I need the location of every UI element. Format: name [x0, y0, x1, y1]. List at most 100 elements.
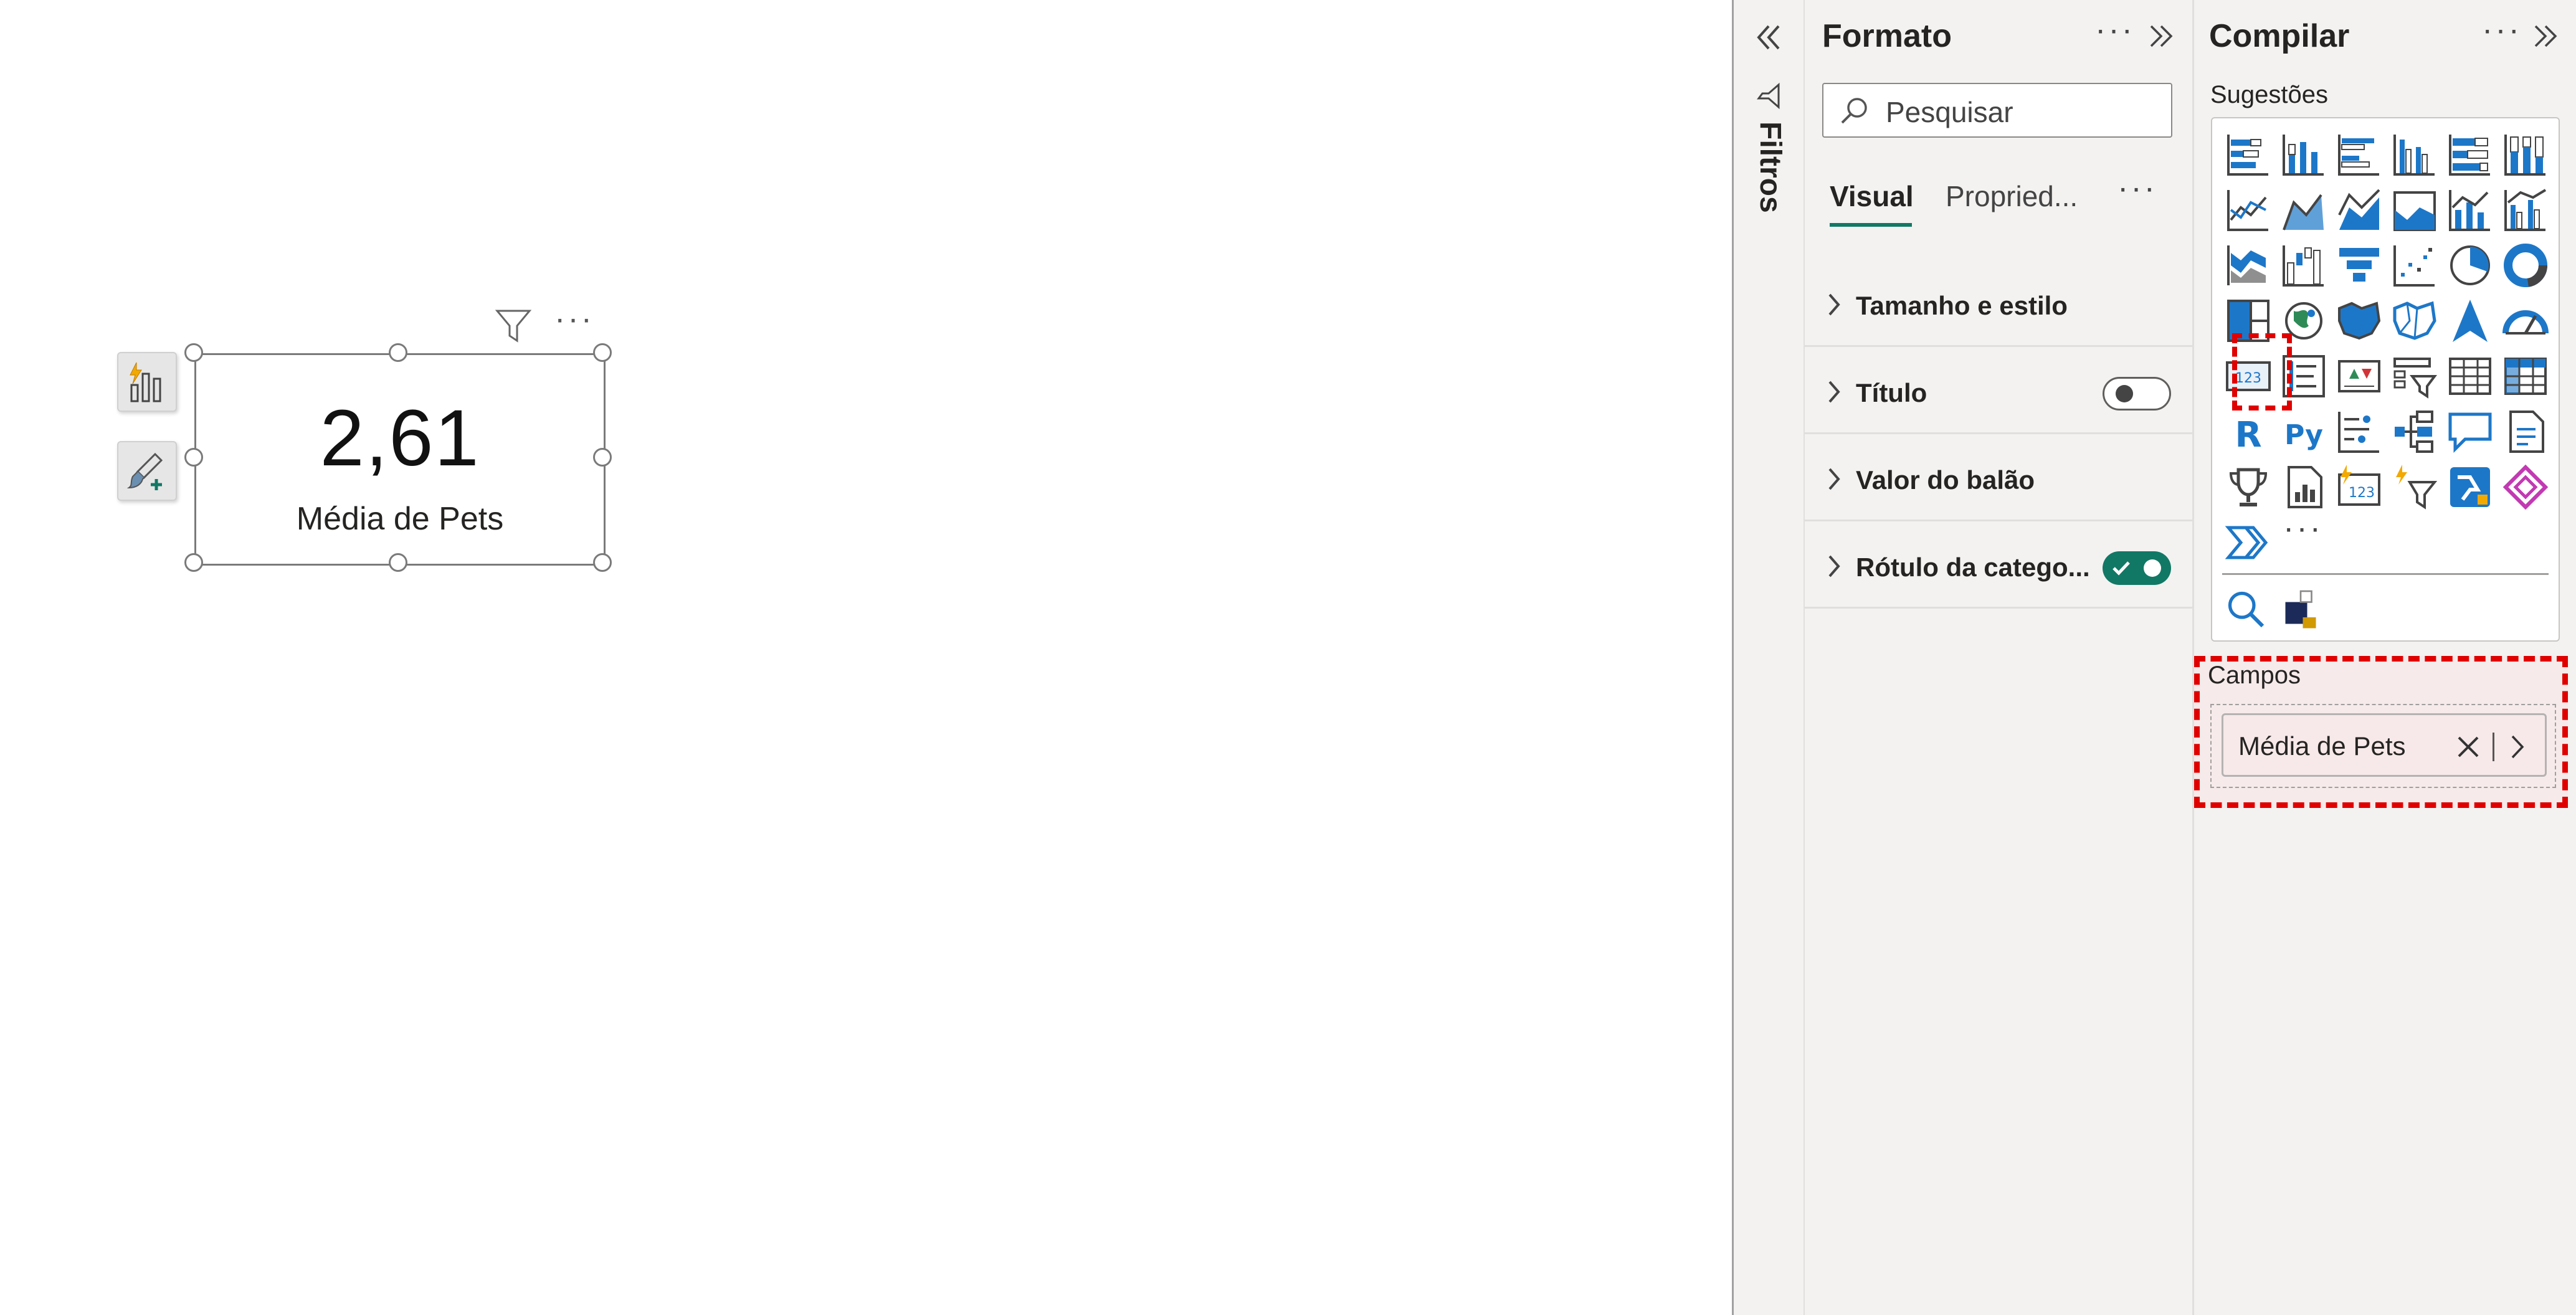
- scatter-chart-icon[interactable]: [2390, 240, 2440, 290]
- smart-narrative-icon[interactable]: [2501, 407, 2550, 457]
- format-search-input[interactable]: Pesquisar: [1822, 83, 2172, 138]
- report-canvas[interactable]: ··· 2,61 Média de Pets: [0, 0, 1732, 1315]
- power-apps-card-icon[interactable]: 123: [2334, 462, 2384, 512]
- tab-visual[interactable]: Visual: [1830, 179, 1914, 213]
- chevron-right-icon[interactable]: [2505, 731, 2530, 762]
- python-visual-icon[interactable]: Py: [2279, 407, 2329, 457]
- section-label: Título: [1856, 378, 1927, 407]
- field-pill-media-de-pets[interactable]: Média de Pets: [2222, 713, 2547, 777]
- funnel-chart-icon[interactable]: [2334, 240, 2384, 290]
- build-pane: Compilar ··· Sugestões 123 R Py 123 ··· …: [2194, 0, 2576, 1315]
- more-visuals-button[interactable]: ···: [2283, 510, 2323, 547]
- rotulo-categoria-toggle[interactable]: [2103, 551, 2171, 585]
- visual-more-options[interactable]: ···: [554, 300, 594, 338]
- build-pane-title: Compilar: [2209, 18, 2350, 54]
- section-label: Tamanho e estilo: [1856, 291, 2068, 320]
- qa-speech-bubble-icon[interactable]: [2445, 407, 2495, 457]
- chevron-right-icon: [1828, 555, 1840, 577]
- filter-icon[interactable]: [493, 307, 533, 344]
- line-and-stacked-column-icon[interactable]: [2445, 185, 2495, 235]
- card-value: 2,61: [320, 394, 480, 483]
- table-icon[interactable]: [2445, 351, 2495, 401]
- tab-visual-underline: [1830, 223, 1912, 227]
- card-visual[interactable]: 2,61 Média de Pets: [194, 353, 606, 566]
- ribbon-chart-icon[interactable]: [2223, 240, 2273, 290]
- card-label: Média de Pets: [296, 501, 504, 537]
- field-pill-label: Média de Pets: [2238, 731, 2406, 761]
- visualizations-gallery: 123 R Py 123 ···: [2211, 117, 2560, 642]
- slicer-icon[interactable]: [2390, 351, 2440, 401]
- filled-map-icon[interactable]: [2334, 296, 2384, 346]
- svg-text:R: R: [2235, 415, 2261, 455]
- gauge-icon[interactable]: [2501, 296, 2550, 346]
- check-icon: [2113, 561, 2130, 576]
- search-icon[interactable]: [2223, 587, 2267, 630]
- paginated-report-icon[interactable]: [2279, 462, 2329, 512]
- fields-label: Campos: [2208, 662, 2301, 689]
- format-pane-title: Formato: [1822, 18, 1952, 54]
- resize-handle-top[interactable]: [389, 343, 407, 362]
- power-automate-icon[interactable]: [2445, 462, 2495, 512]
- section-label: Rótulo da catego...: [1856, 553, 2090, 582]
- power-automate-chevrons-icon[interactable]: [2223, 518, 2273, 567]
- card-visual-highlight: [2232, 333, 2292, 411]
- power-apps-icon[interactable]: [2501, 462, 2550, 512]
- resize-handle-bottom[interactable]: [389, 553, 407, 572]
- collapse-chevrons-icon[interactable]: [2146, 21, 2176, 51]
- resize-handle-top-right[interactable]: [593, 343, 612, 362]
- smart-filter-icon[interactable]: [2390, 462, 2440, 512]
- azure-map-icon[interactable]: [2445, 296, 2495, 346]
- close-icon[interactable]: [2453, 731, 2484, 762]
- build-more-options[interactable]: ···: [2482, 11, 2522, 49]
- gallery-separator: [2222, 573, 2549, 575]
- chevron-right-icon: [1828, 293, 1840, 316]
- waterfall-chart-icon[interactable]: [2279, 240, 2329, 290]
- clustered-column-chart-icon[interactable]: [2390, 130, 2440, 179]
- resize-handle-right[interactable]: [593, 448, 612, 467]
- svg-text:123: 123: [2349, 485, 2375, 501]
- stacked-column-chart-icon[interactable]: [2279, 130, 2329, 179]
- decomposition-tree-icon[interactable]: [2390, 407, 2440, 457]
- kpi-icon[interactable]: [2334, 351, 2384, 401]
- key-influencers-icon[interactable]: [2334, 407, 2384, 457]
- donut-chart-icon[interactable]: [2501, 240, 2550, 290]
- section-tamanho-estilo[interactable]: Tamanho e estilo: [1805, 260, 2192, 347]
- filters-pane[interactable]: Filtros: [1734, 0, 1805, 1315]
- tabs-more-options[interactable]: ···: [2117, 169, 2157, 207]
- format-pane: Formato ··· Pesquisar Visual Propried...…: [1805, 0, 2194, 1315]
- collapse-chevrons-icon[interactable]: [2531, 21, 2560, 51]
- pie-chart-icon[interactable]: [2445, 240, 2495, 290]
- r-script-visual-icon[interactable]: R: [2223, 407, 2273, 457]
- section-rotulo-categoria[interactable]: Rótulo da catego...: [1805, 521, 2192, 609]
- format-more-options[interactable]: ···: [2095, 11, 2135, 49]
- stacked-bar-chart-icon[interactable]: [2223, 130, 2273, 179]
- 100-stacked-column-chart-icon[interactable]: [2501, 130, 2550, 179]
- expand-chevrons-icon[interactable]: [1752, 21, 1785, 54]
- line-chart-icon[interactable]: [2223, 185, 2273, 235]
- custom-visual-icon[interactable]: [2279, 587, 2322, 630]
- resize-handle-left[interactable]: [184, 448, 203, 467]
- goals-trophy-icon[interactable]: [2223, 462, 2273, 512]
- section-valor-balao[interactable]: Valor do balão: [1805, 434, 2192, 521]
- resize-handle-top-left[interactable]: [184, 343, 203, 362]
- line-and-clustered-column-icon[interactable]: [2501, 185, 2550, 235]
- area-chart-icon[interactable]: [2279, 185, 2329, 235]
- format-brush-button[interactable]: [117, 441, 177, 501]
- 100-stacked-bar-chart-icon[interactable]: [2445, 130, 2495, 179]
- stacked-area-chart-icon[interactable]: [2334, 185, 2384, 235]
- titulo-toggle[interactable]: [2103, 377, 2171, 411]
- brush-plus-icon: [126, 452, 163, 490]
- search-icon: [1841, 98, 1867, 124]
- section-titulo[interactable]: Título: [1805, 347, 2192, 434]
- resize-handle-bottom-right[interactable]: [593, 553, 612, 572]
- pill-divider: [2493, 733, 2494, 761]
- shape-map-icon[interactable]: [2390, 296, 2440, 346]
- tab-properties[interactable]: Propried...: [1946, 179, 2078, 213]
- clustered-bar-chart-icon[interactable]: [2334, 130, 2384, 179]
- 100-stacked-area-chart-icon[interactable]: [2390, 185, 2440, 235]
- resize-handle-bottom-left[interactable]: [184, 553, 203, 572]
- search-placeholder: Pesquisar: [1886, 96, 2013, 128]
- matrix-icon[interactable]: [2501, 351, 2550, 401]
- filters-label[interactable]: Filtros: [1754, 121, 1787, 234]
- quick-insights-button[interactable]: [117, 352, 177, 412]
